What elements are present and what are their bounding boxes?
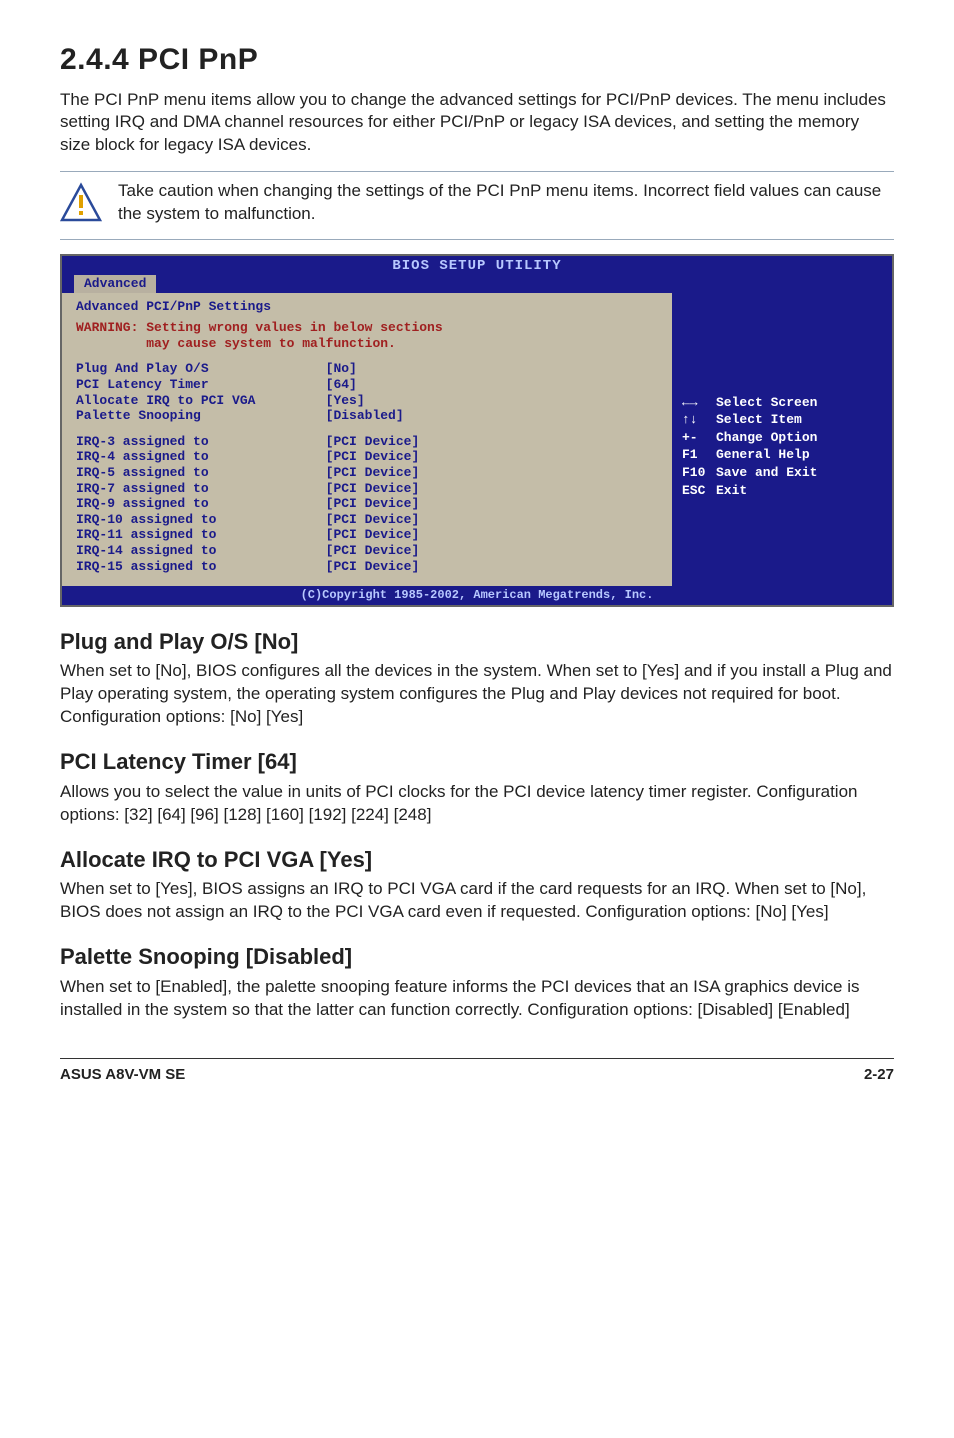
- warning-icon: [60, 182, 102, 231]
- hint-text: Change Option: [716, 430, 817, 446]
- footer-right: 2-27: [864, 1065, 894, 1085]
- hint-symbol: ←→: [682, 395, 708, 411]
- bios-title: BIOS SETUP UTILITY: [62, 256, 892, 275]
- section-plug-title: Plug and Play O/S [No]: [60, 627, 894, 657]
- hint-symbol: ESC: [682, 483, 708, 499]
- bios-tab-advanced[interactable]: Advanced: [74, 275, 156, 293]
- bios-hint-row: ←→ Select Screen: [682, 395, 882, 411]
- bios-section-title: Advanced PCI/PnP Settings: [76, 299, 658, 315]
- hint-text: Select Screen: [716, 395, 817, 411]
- bios-screenshot: BIOS SETUP UTILITY Advanced Advanced PCI…: [60, 254, 894, 606]
- bios-settings-list: Plug And Play O/S [No] PCI Latency Timer…: [76, 361, 658, 423]
- section-latency-body: Allows you to select the value in units …: [60, 781, 894, 827]
- page-footer: ASUS A8V-VM SE 2-27: [60, 1058, 894, 1085]
- section-latency-title: PCI Latency Timer [64]: [60, 747, 894, 777]
- section-palette-title: Palette Snooping [Disabled]: [60, 942, 894, 972]
- section-palette-body: When set to [Enabled], the palette snoop…: [60, 976, 894, 1022]
- bios-hint-row: ESC Exit: [682, 483, 882, 499]
- bios-hint-row: F1 General Help: [682, 447, 882, 463]
- hint-symbol: +-: [682, 430, 708, 446]
- hint-symbol: ↑↓: [682, 412, 708, 428]
- hint-symbol: F1: [682, 447, 708, 463]
- bios-warning: WARNING: Setting wrong values in below s…: [76, 320, 658, 351]
- caution-text: Take caution when changing the settings …: [118, 180, 894, 226]
- section-plug-body: When set to [No], BIOS configures all th…: [60, 660, 894, 729]
- page-heading: 2.4.4 PCI PnP: [60, 40, 894, 81]
- caution-box: Take caution when changing the settings …: [60, 171, 894, 240]
- hint-text: Select Item: [716, 412, 802, 428]
- section-irqvga-body: When set to [Yes], BIOS assigns an IRQ t…: [60, 878, 894, 924]
- bios-hint-row: F10 Save and Exit: [682, 465, 882, 481]
- hint-text: General Help: [716, 447, 810, 463]
- bios-left-panel: Advanced PCI/PnP Settings WARNING: Setti…: [62, 293, 672, 587]
- intro-paragraph: The PCI PnP menu items allow you to chan…: [60, 89, 894, 158]
- section-irqvga-title: Allocate IRQ to PCI VGA [Yes]: [60, 845, 894, 875]
- bios-help-panel: ←→ Select Screen ↑↓ Select Item +- Change Opt…: [672, 293, 892, 587]
- hint-symbol: F10: [682, 465, 708, 481]
- bios-copyright: (C)Copyright 1985-2002, American Megatre…: [62, 586, 892, 604]
- footer-left: ASUS A8V-VM SE: [60, 1065, 185, 1085]
- hint-text: Save and Exit: [716, 465, 817, 481]
- bios-hint-row: +- Change Option: [682, 430, 882, 446]
- bios-hint-row: ↑↓ Select Item: [682, 412, 882, 428]
- hint-text: Exit: [716, 483, 747, 499]
- bios-irq-list: IRQ-3 assigned to [PCI Device] IRQ-4 ass…: [76, 434, 658, 574]
